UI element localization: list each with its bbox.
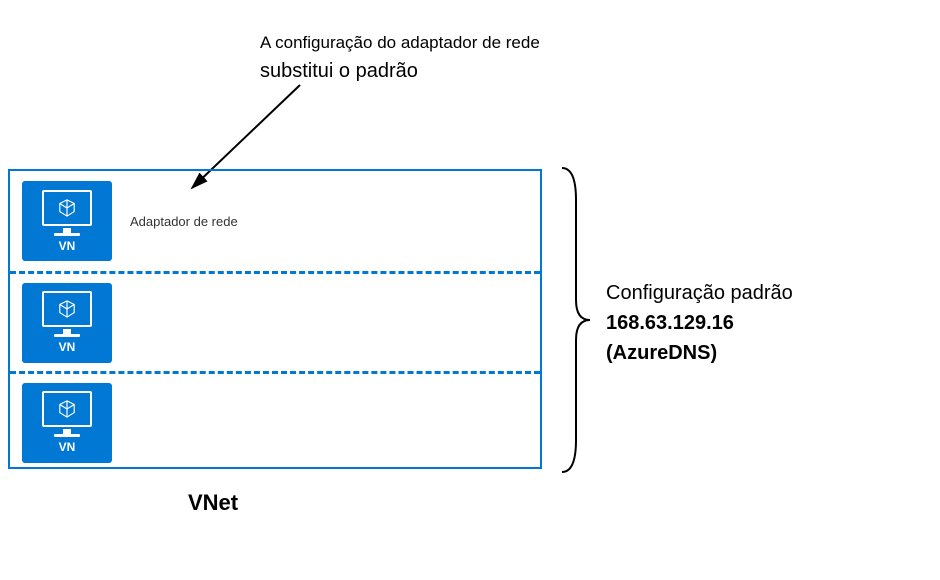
monitor-icon xyxy=(42,291,92,327)
vm-icon: VN xyxy=(22,181,112,261)
config-ip: 168.63.129.16 xyxy=(606,308,793,338)
brace-icon xyxy=(554,160,594,480)
stand-icon xyxy=(63,228,71,233)
config-text: Configuração padrão 168.63.129.16 (Azure… xyxy=(606,278,793,368)
subnet-row-0: VN Adaptador de rede xyxy=(10,171,540,271)
vm-label: VN xyxy=(59,340,76,354)
vm-icon: VN xyxy=(22,283,112,363)
subnet-row-2: VN xyxy=(10,371,540,471)
monitor-icon xyxy=(42,190,92,226)
vnet-label: VNet xyxy=(188,490,238,516)
subnet-row-1: VN xyxy=(10,271,540,371)
adapter-label: Adaptador de rede xyxy=(130,214,238,229)
config-dns: (AzureDNS) xyxy=(606,338,793,368)
monitor-icon xyxy=(42,391,92,427)
base-icon xyxy=(54,334,80,337)
annotation-line1: A configuração do adaptador de rede xyxy=(260,30,540,56)
base-icon xyxy=(54,233,80,236)
vm-label: VN xyxy=(59,239,76,253)
config-default-label: Configuração padrão xyxy=(606,278,793,308)
cube-icon xyxy=(58,300,76,318)
annotation-line2: substitui o padrão xyxy=(260,56,540,86)
vm-label: VN xyxy=(59,440,76,454)
cube-icon xyxy=(58,400,76,418)
vm-icon: VN xyxy=(22,383,112,463)
vnet-container: VN Adaptador de rede VN VN xyxy=(8,169,542,469)
cube-icon xyxy=(58,199,76,217)
base-icon xyxy=(54,434,80,437)
annotation-text: A configuração do adaptador de rede subs… xyxy=(260,30,540,86)
